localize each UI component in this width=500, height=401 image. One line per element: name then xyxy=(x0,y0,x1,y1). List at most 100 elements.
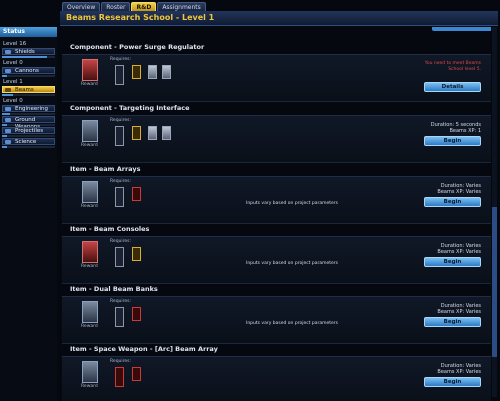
progress-bar xyxy=(2,56,55,58)
project-item: Item - Beam Consoles Reward Requires: In… xyxy=(62,225,491,284)
beam-icon xyxy=(5,88,11,92)
scrollbar[interactable] xyxy=(492,27,497,397)
requirement-slot-icon[interactable] xyxy=(115,126,124,146)
requirement-slot-icon[interactable] xyxy=(115,247,124,267)
project-item: Item - Beam Arrays Reward Requires: Inpu… xyxy=(62,165,491,224)
scrolled-button-fragment[interactable] xyxy=(432,27,491,31)
project-info: Duration: Varies Beams XP: Varies xyxy=(437,363,481,375)
reward-label: Reward xyxy=(81,264,98,269)
scrollbar-thumb[interactable] xyxy=(492,207,497,357)
project-panel: Reward Requires: Inputs vary based on pr… xyxy=(62,296,491,344)
project-info: Duration: Varies Beams XP: Varies xyxy=(437,183,481,195)
material-icon[interactable] xyxy=(148,126,157,140)
reward-label: Reward xyxy=(81,384,98,389)
xp-text: Beams XP: Varies xyxy=(437,309,481,315)
wrench-icon xyxy=(5,107,11,111)
rifle-icon xyxy=(5,118,11,122)
reward-icon[interactable] xyxy=(82,361,98,383)
sidebar-item-label: Cannons xyxy=(15,68,39,74)
project-panel: Reward Requires: Inputs vary based on pr… xyxy=(62,176,491,224)
xp-text: Beams XP: Varies xyxy=(437,189,481,195)
project-item: Component - Power Surge Regulator Reward… xyxy=(62,43,491,102)
red-requirement-icon[interactable] xyxy=(115,367,124,387)
details-button[interactable]: Details xyxy=(424,82,481,92)
project-title: Item - Beam Arrays xyxy=(70,165,141,173)
project-title: Component - Targeting Interface xyxy=(70,104,190,112)
sidebar-item-label: Science xyxy=(15,139,37,145)
sidebar-item-label: Beams xyxy=(15,87,34,93)
reward-icon[interactable] xyxy=(82,181,98,203)
xp-text: Beams XP: Varies xyxy=(437,369,481,375)
project-list: Component - Power Surge Regulator Reward… xyxy=(62,27,491,401)
sidebar-item-engineering[interactable]: Engineering xyxy=(2,105,55,112)
requirement-slot-icon[interactable] xyxy=(115,187,124,207)
shield-icon xyxy=(5,50,11,54)
sidebar-item-shields[interactable]: Shields xyxy=(2,48,55,55)
gold-component-icon[interactable] xyxy=(132,126,141,140)
xp-text: Beams XP: 1 xyxy=(449,128,481,134)
project-info: Duration: 5 seconds Beams XP: 1 xyxy=(431,122,481,134)
progress-bar xyxy=(2,94,55,96)
requires-label: Requires: xyxy=(110,179,132,184)
reward-icon[interactable] xyxy=(82,301,98,323)
reward-label: Reward xyxy=(81,143,98,148)
project-item: Item - Space Weapon - [Arc] Beam Array R… xyxy=(62,345,491,401)
page-title: Beams Research School - Level 1 xyxy=(66,13,215,22)
xp-text: Beams XP: Varies xyxy=(437,249,481,255)
reward-icon[interactable] xyxy=(82,241,98,263)
requires-label: Requires: xyxy=(110,359,132,364)
project-title: Item - Dual Beam Banks xyxy=(70,285,158,293)
progress-bar xyxy=(2,75,55,77)
requirement-slot-icon[interactable] xyxy=(115,307,124,327)
tab-bar: Overview Roster R&D Assignments xyxy=(62,2,206,12)
project-panel: Reward Requires: Inputs vary based on pr… xyxy=(62,236,491,284)
project-panel: Reward Requires: You need to meet Beams … xyxy=(62,54,491,102)
reward-icon[interactable] xyxy=(82,59,98,81)
sidebar-item-beams[interactable]: Beams xyxy=(2,86,55,93)
project-panel: Reward Requires: Duration: 5 seconds Bea… xyxy=(62,115,491,163)
material-icon[interactable] xyxy=(162,65,171,79)
progress-bar xyxy=(2,113,55,115)
level-label: Level 1 xyxy=(3,79,23,85)
red-material-icon[interactable] xyxy=(132,367,141,381)
sidebar-item-ground-weapons[interactable]: Ground Weapons xyxy=(2,116,55,130)
sidebar-item-label: Engineering xyxy=(15,106,48,112)
sidebar-status[interactable]: Status xyxy=(0,27,57,37)
level-label: Level 0 xyxy=(3,60,23,66)
reward-label: Reward xyxy=(81,324,98,329)
gold-component-icon[interactable] xyxy=(132,247,141,261)
red-material-icon[interactable] xyxy=(132,307,141,321)
project-info: Duration: Varies Beams XP: Varies xyxy=(437,303,481,315)
science-icon xyxy=(5,140,11,144)
reward-icon[interactable] xyxy=(82,120,98,142)
reward-label: Reward xyxy=(81,82,98,87)
begin-button[interactable]: Begin xyxy=(424,377,481,387)
input-note: Inputs vary based on project parameters xyxy=(246,321,338,326)
project-item: Component - Targeting Interface Reward R… xyxy=(62,104,491,163)
input-note: Inputs vary based on project parameters xyxy=(246,201,338,206)
begin-button[interactable]: Begin xyxy=(424,257,481,267)
project-item: Item - Dual Beam Banks Reward Requires: … xyxy=(62,285,491,344)
project-info: Duration: Varies Beams XP: Varies xyxy=(437,243,481,255)
project-title: Item - Space Weapon - [Arc] Beam Array xyxy=(70,345,218,353)
sidebar-item-projectiles[interactable]: Projectiles xyxy=(2,127,55,134)
school-header: Beams Research School - Level 1 xyxy=(60,11,498,26)
sidebar-item-cannons[interactable]: Cannons xyxy=(2,67,55,74)
requires-label: Requires: xyxy=(110,239,132,244)
project-title: Component - Power Surge Regulator xyxy=(70,43,205,51)
material-icon[interactable] xyxy=(162,126,171,140)
cannon-icon xyxy=(5,69,11,73)
gold-component-icon[interactable] xyxy=(132,65,141,79)
begin-button[interactable]: Begin xyxy=(424,197,481,207)
sidebar: Status Level 16 Shields Level 0 Cannons … xyxy=(0,27,57,401)
begin-button[interactable]: Begin xyxy=(424,317,481,327)
sidebar-item-science[interactable]: Science xyxy=(2,138,55,145)
requirement-slot-icon[interactable] xyxy=(115,65,124,85)
level-label: Level 0 xyxy=(3,98,23,104)
begin-button[interactable]: Begin xyxy=(424,136,481,146)
requires-label: Requires: xyxy=(110,118,132,123)
material-icon[interactable] xyxy=(148,65,157,79)
progress-bar xyxy=(2,146,55,148)
red-material-icon[interactable] xyxy=(132,187,141,201)
requires-label: Requires: xyxy=(110,299,132,304)
